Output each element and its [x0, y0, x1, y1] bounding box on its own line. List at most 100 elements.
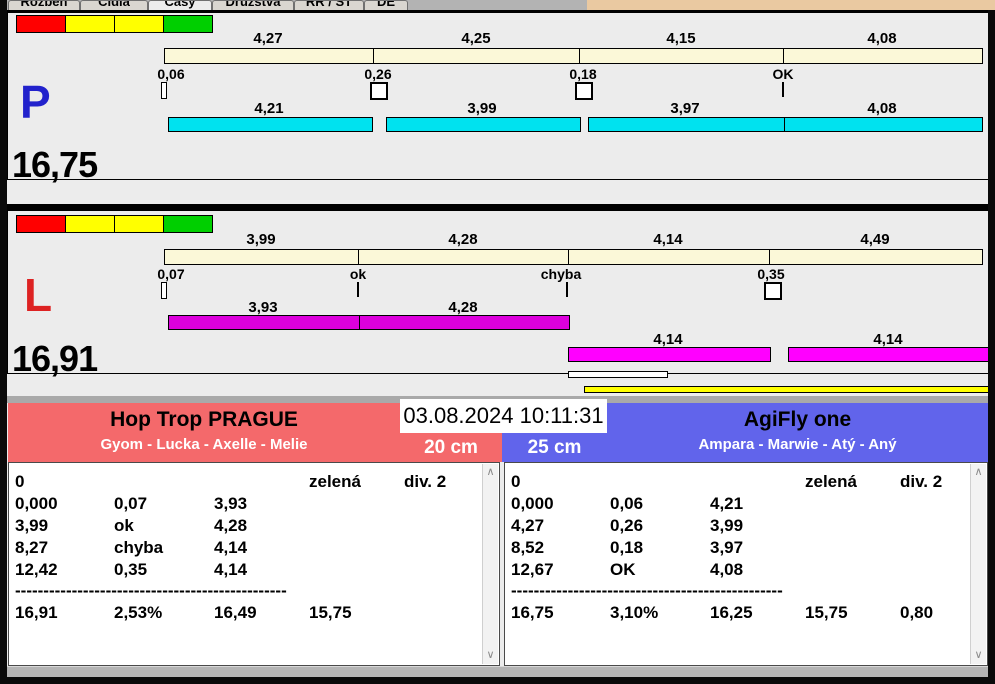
- exchange-checkbox[interactable]: [575, 82, 593, 100]
- table-cell: 12,67: [511, 560, 554, 579]
- run-bar: [168, 315, 570, 330]
- total-reference-time: 15,75: [309, 603, 352, 622]
- total-percent: 3,10%: [610, 603, 659, 622]
- tab-label: Rozběh: [20, 0, 68, 9]
- status-light-bar: [16, 15, 213, 33]
- table-cell: 4,28: [214, 516, 248, 535]
- table-cell: 0,000: [511, 494, 554, 513]
- lane-total-time: 16,91: [12, 338, 98, 379]
- run-time: 3,97: [670, 100, 700, 117]
- total-difference: 0,80: [900, 603, 934, 622]
- exchange-checkbox[interactable]: [370, 82, 388, 100]
- run-bar-divider: [784, 118, 785, 131]
- run-time: 4,28: [448, 299, 478, 316]
- run-bar: [588, 117, 983, 132]
- sector-time: 4,15: [666, 30, 696, 47]
- sector-time: 4,14: [653, 231, 683, 248]
- scrollbar[interactable]: ∧ ∨: [482, 464, 498, 664]
- table-cell: 0,18: [610, 538, 644, 557]
- status-swatch-yellow: [114, 15, 164, 33]
- table-cell: 4,14: [214, 560, 248, 579]
- exchange-value: chyba: [540, 266, 582, 282]
- status-swatch-red: [16, 215, 66, 233]
- run-time: 4,14: [873, 331, 903, 348]
- table-cell: 0,07: [114, 494, 148, 513]
- scroll-up-icon[interactable]: ∧: [483, 465, 498, 480]
- exchange-line-marker: [357, 282, 359, 297]
- scroll-down-icon[interactable]: ∨: [483, 648, 498, 663]
- total-clean-time: 16,49: [214, 603, 257, 622]
- sector-bar: [164, 249, 983, 265]
- table-cell: 0,06: [610, 494, 644, 513]
- total-percent: 2,53%: [114, 603, 163, 622]
- table-cell: chyba: [114, 538, 164, 557]
- status-swatch-green: [163, 215, 213, 233]
- exchange-value: ok: [349, 266, 367, 282]
- app-window: Rozběh Čidla Časy Družstva RR / ST DE 4,…: [0, 0, 995, 684]
- progress-box: [568, 371, 668, 378]
- lane-letter: L: [24, 269, 53, 321]
- exchange-tick-marker: [161, 282, 167, 299]
- table-cell: 4,27: [511, 516, 545, 535]
- table-cell: 12,42: [15, 560, 58, 579]
- scrollbar[interactable]: ∧ ∨: [970, 464, 986, 664]
- table-cell: 0: [15, 472, 25, 491]
- run-time: 4,08: [867, 100, 897, 117]
- sector-time: 4,08: [867, 30, 897, 47]
- exchange-checkbox[interactable]: [764, 282, 782, 300]
- exchange-value: 0,35: [757, 266, 785, 282]
- sector-segment: [569, 250, 770, 264]
- table-cell: 4,14: [214, 538, 248, 557]
- table-separator: ----------------------------------------…: [15, 582, 287, 599]
- window-right-border: [988, 10, 995, 684]
- tab-label: Čidla: [98, 0, 130, 9]
- tab-label: Časy: [164, 0, 196, 9]
- exchange-line-marker: [566, 282, 568, 297]
- table-cell: div. 2: [404, 472, 447, 491]
- tab-label: RR / ST: [305, 0, 353, 9]
- sector-segment: [359, 250, 569, 264]
- sector-time: 4,27: [253, 30, 283, 47]
- scroll-down-icon[interactable]: ∨: [971, 648, 986, 663]
- total-time: 16,75: [511, 603, 554, 622]
- table-cell: 4,08: [710, 560, 744, 579]
- run-bar: [386, 117, 581, 132]
- table-cell: 3,93: [214, 494, 248, 513]
- exchange-tick-marker: [161, 82, 167, 99]
- team-members: Gyom - Lucka - Axelle - Melie: [100, 436, 308, 453]
- results-table-right: 0 zelená div. 2 0,000 0,06 4,21 4,27 0,2…: [504, 462, 988, 666]
- table-cell: ok: [114, 516, 134, 535]
- team-name: AgiFly one: [743, 408, 852, 431]
- datetime-display: 03.08.2024 10:11:31: [400, 399, 607, 433]
- exchange-line-marker: [782, 82, 784, 97]
- run-bar: [168, 117, 373, 132]
- run-time: 4,14: [653, 331, 683, 348]
- lane-letter: P: [20, 76, 51, 128]
- status-swatch-green: [163, 15, 213, 33]
- run-bar: [568, 347, 771, 362]
- table-cell: OK: [610, 560, 636, 579]
- table-cell: 0: [511, 472, 521, 491]
- table-cell: 0,26: [610, 516, 644, 535]
- lane-panel-l: 3,99 4,28 4,14 4,49 0,07 ok chyba 0,35 3…: [7, 210, 990, 379]
- panel-divider: [0, 204, 995, 210]
- scroll-up-icon[interactable]: ∧: [971, 465, 986, 480]
- size-class-left: 20 cm: [424, 437, 478, 458]
- run-bar: [788, 347, 990, 362]
- exchange-value: 0,07: [157, 266, 185, 282]
- team-name: Hop Trop PRAGUE: [110, 408, 298, 431]
- exchange-value: 0,18: [569, 66, 597, 82]
- sector-time: 4,25: [461, 30, 491, 47]
- sector-segment: [165, 49, 374, 63]
- status-swatch-yellow: [65, 215, 115, 233]
- size-class-right: 25 cm: [527, 437, 582, 458]
- status-swatch-red: [16, 15, 66, 33]
- window-left-border: [0, 0, 7, 684]
- sector-segment: [374, 49, 580, 63]
- table-separator: ----------------------------------------…: [511, 582, 783, 599]
- sector-time: 4,49: [860, 231, 890, 248]
- status-swatch-yellow: [65, 15, 115, 33]
- sector-time: 4,28: [448, 231, 478, 248]
- table-cell: 3,99: [15, 516, 49, 535]
- tab-label: DE: [376, 0, 396, 9]
